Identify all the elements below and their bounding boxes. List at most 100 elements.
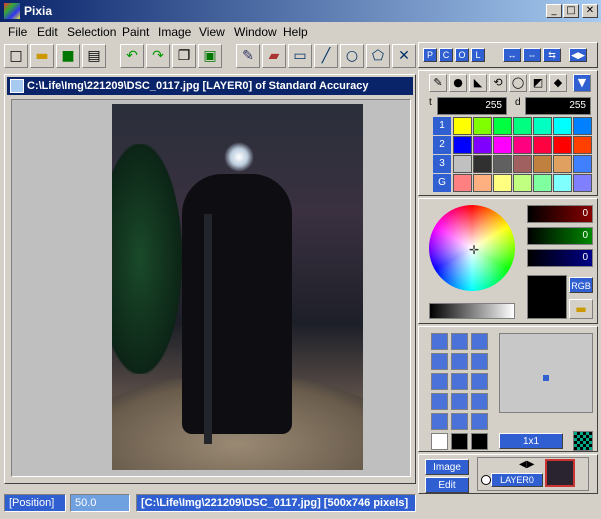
dot-tool-icon[interactable]: ● [449, 74, 467, 92]
palette-swatch[interactable] [553, 117, 572, 135]
palette-swatch[interactable] [573, 136, 592, 154]
brush-tip[interactable] [431, 413, 448, 430]
tab-o[interactable]: O [455, 48, 469, 62]
tab-l[interactable]: L [471, 48, 485, 62]
brush-tip[interactable] [451, 393, 468, 410]
pen-tool-icon[interactable]: ✎ [429, 74, 447, 92]
texture-icon[interactable] [573, 431, 593, 451]
dropdown-icon[interactable]: ▼ [573, 74, 591, 92]
brush-tip[interactable] [431, 433, 448, 450]
new-icon[interactable]: □ [4, 44, 28, 68]
menu-help[interactable]: Help [283, 25, 308, 39]
blue-value[interactable]: 0 [527, 249, 593, 267]
brush-tip[interactable] [431, 393, 448, 410]
tab-p[interactable]: P [423, 48, 437, 62]
copy-icon[interactable]: ❐ [172, 44, 196, 68]
brush-tip[interactable] [471, 333, 488, 350]
eraser-tool-icon[interactable]: ◆ [549, 74, 567, 92]
palette-swatch[interactable] [513, 155, 532, 173]
brush-tip[interactable] [451, 373, 468, 390]
expand-icon[interactable]: ◀▶ [569, 48, 587, 62]
edit-button[interactable]: Edit [425, 477, 469, 493]
palette-swatch[interactable] [493, 136, 512, 154]
redo-icon[interactable]: ↷ [146, 44, 170, 68]
menu-selection[interactable]: Selection [67, 25, 116, 39]
palette-swatch[interactable] [533, 117, 552, 135]
fill-tool-icon[interactable]: ◣ [469, 74, 487, 92]
palette-swatch[interactable] [493, 155, 512, 173]
layer-thumbnail[interactable] [545, 459, 575, 487]
flip-v-icon[interactable]: ⇔ [523, 48, 541, 62]
brush-tip[interactable] [471, 433, 488, 450]
palette-swatch[interactable] [573, 117, 592, 135]
brush-tip[interactable] [451, 333, 468, 350]
save-icon[interactable]: ■ [56, 44, 80, 68]
palette-swatch[interactable] [453, 155, 472, 173]
palette-swatch[interactable] [553, 155, 572, 173]
blur-tool-icon[interactable]: ◯ [509, 74, 527, 92]
layer-visible-icon[interactable] [481, 475, 491, 485]
layer-name[interactable]: LAYER0 [491, 473, 543, 487]
menu-window[interactable]: Window [234, 25, 277, 39]
palette-swatch[interactable] [533, 155, 552, 173]
rgb-button[interactable]: RGB [569, 277, 593, 293]
palette-row-1[interactable]: 1 [433, 117, 451, 135]
layer-arrows-icon[interactable]: ◀▶ [519, 459, 534, 470]
current-color-swatch[interactable] [527, 275, 567, 319]
menu-edit[interactable]: Edit [37, 25, 58, 39]
palette-swatch[interactable] [513, 174, 532, 192]
brush-tip[interactable] [471, 393, 488, 410]
eraser-icon[interactable]: ▰ [262, 44, 286, 68]
menu-paint[interactable]: Paint [122, 25, 149, 39]
cross-icon[interactable]: ✕ [392, 44, 416, 68]
clone-tool-icon[interactable]: ◩ [529, 74, 547, 92]
brush-tip[interactable] [431, 373, 448, 390]
folder-icon[interactable]: ▬ [569, 299, 593, 319]
image-button[interactable]: Image [425, 459, 469, 475]
swap-icon[interactable]: ⇆ [543, 48, 561, 62]
brush-size-label[interactable]: 1x1 [499, 433, 563, 449]
undo-icon[interactable]: ↶ [120, 44, 144, 68]
red-value[interactable]: 0 [527, 205, 593, 223]
brush-tip[interactable] [451, 433, 468, 450]
brush-tip[interactable] [451, 413, 468, 430]
brush-tip[interactable] [451, 353, 468, 370]
flip-h-icon[interactable]: ↔ [503, 48, 521, 62]
d-value-field[interactable]: 255 [525, 97, 591, 115]
brush-tip[interactable] [431, 353, 448, 370]
line-icon[interactable]: ╱ [314, 44, 338, 68]
palette-swatch[interactable] [533, 136, 552, 154]
palette-swatch[interactable] [493, 174, 512, 192]
green-value[interactable]: 0 [527, 227, 593, 245]
lasso-tool-icon[interactable]: ⟲ [489, 74, 507, 92]
menu-image[interactable]: Image [158, 25, 191, 39]
circle-icon[interactable]: ○ [340, 44, 364, 68]
palette-swatch[interactable] [453, 136, 472, 154]
print-icon[interactable]: ▤ [82, 44, 106, 68]
document-title-bar[interactable]: C:\Life\Img\221209\DSC_0117.jpg [LAYER0]… [7, 77, 413, 95]
palette-swatch[interactable] [533, 174, 552, 192]
palette-swatch[interactable] [553, 174, 572, 192]
palette-swatch[interactable] [513, 136, 532, 154]
palette-swatch[interactable] [473, 136, 492, 154]
maximize-button[interactable]: □ [563, 4, 579, 18]
brush-tip[interactable] [431, 333, 448, 350]
open-icon[interactable]: ▬ [30, 44, 54, 68]
polygon-icon[interactable]: ⬠ [366, 44, 390, 68]
menu-view[interactable]: View [199, 25, 225, 39]
paste-icon[interactable]: ▣ [198, 44, 222, 68]
palette-swatch[interactable] [473, 117, 492, 135]
t-value-field[interactable]: 255 [437, 97, 507, 115]
palette-row-2[interactable]: 2 [433, 136, 451, 154]
palette-swatch[interactable] [573, 155, 592, 173]
minimize-button[interactable]: _ [546, 4, 562, 18]
palette-row-g[interactable]: G [433, 174, 451, 192]
palette-swatch[interactable] [553, 136, 572, 154]
rect-icon[interactable]: ▭ [288, 44, 312, 68]
palette-swatch[interactable] [513, 117, 532, 135]
brush-tip[interactable] [471, 373, 488, 390]
photo-canvas[interactable] [112, 104, 363, 470]
brush-tip[interactable] [471, 353, 488, 370]
pen-icon[interactable]: ✎ [236, 44, 260, 68]
close-button[interactable]: ✕ [582, 4, 598, 18]
